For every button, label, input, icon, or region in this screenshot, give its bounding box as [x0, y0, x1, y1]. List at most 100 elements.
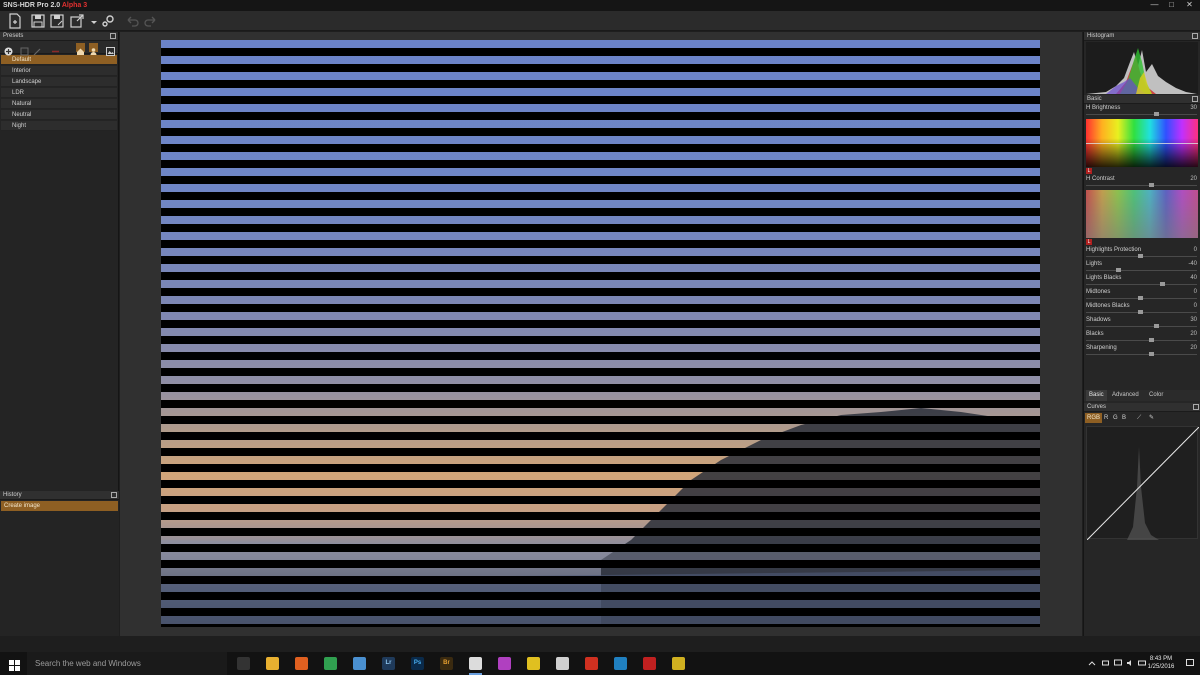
slider-knob[interactable] — [1138, 254, 1143, 258]
slider-track[interactable] — [1086, 185, 1197, 186]
hdr-preview-image[interactable] — [161, 40, 1040, 627]
volume-icon[interactable] — [1126, 659, 1134, 667]
image-canvas[interactable] — [120, 32, 1082, 636]
channel-r[interactable]: R — [1102, 413, 1110, 423]
lock-icon[interactable]: L — [1086, 239, 1092, 245]
slider-track[interactable] — [1086, 354, 1197, 355]
slider-track[interactable] — [1086, 284, 1197, 285]
adjustment-slider[interactable]: Blacks 20 — [1084, 330, 1200, 344]
save-icon[interactable] — [30, 13, 46, 29]
save-preset-icon[interactable] — [20, 43, 29, 56]
firefox-icon[interactable] — [295, 657, 308, 670]
slider-track[interactable] — [1086, 114, 1197, 115]
preset-item[interactable]: LDR — [1, 88, 117, 98]
sns-hdr-icon[interactable] — [469, 657, 482, 675]
network-icon[interactable] — [1114, 659, 1122, 667]
delete-preset-icon[interactable] — [51, 43, 60, 53]
home-icon[interactable] — [76, 43, 85, 55]
curve-line-tool-icon[interactable]: ⟋ — [1135, 413, 1143, 423]
channel-g[interactable]: G — [1111, 413, 1120, 423]
photoshop-icon[interactable]: Ps — [411, 657, 424, 670]
brightness-color-map[interactable] — [1086, 119, 1198, 167]
adjustment-slider[interactable]: Sharpening 20 — [1084, 344, 1200, 358]
slider-value: 30 — [1190, 317, 1197, 323]
slider-knob[interactable] — [1148, 352, 1154, 356]
app-icon-15[interactable] — [643, 657, 656, 670]
bridge-icon[interactable]: Br — [440, 657, 453, 670]
battery-icon[interactable] — [1102, 659, 1110, 667]
redo-icon[interactable] — [143, 13, 159, 29]
slider-track[interactable] — [1086, 270, 1197, 271]
tab-basic[interactable]: Basic — [1086, 390, 1107, 401]
curve-pencil-tool-icon[interactable]: ✎ — [1147, 413, 1156, 423]
dock-icon[interactable] — [1192, 96, 1198, 102]
contrast-slider[interactable]: H Contrast 20 — [1084, 175, 1200, 189]
browser-icon[interactable] — [353, 657, 366, 670]
app-icon-14[interactable] — [614, 657, 627, 670]
keyboard-icon[interactable] — [1138, 659, 1146, 667]
adjustment-slider[interactable]: Lights Blacks 40 — [1084, 274, 1200, 288]
user-icon[interactable] — [89, 43, 98, 55]
app-icon-10[interactable] — [498, 657, 511, 670]
slider-knob[interactable] — [1148, 183, 1154, 187]
new-file-icon[interactable] — [7, 13, 23, 29]
file-explorer-icon[interactable] — [266, 657, 279, 670]
adjustment-slider[interactable]: Lights -40 — [1084, 260, 1200, 274]
task-view-icon[interactable] — [237, 657, 250, 670]
brightness-slider[interactable]: H Brightness 30 — [1084, 104, 1200, 118]
settings-icon[interactable] — [100, 13, 116, 29]
slider-knob[interactable] — [1138, 310, 1143, 314]
preset-item[interactable]: Default — [1, 55, 117, 65]
notifications-icon[interactable] — [1186, 659, 1194, 667]
preset-item[interactable]: Night — [1, 121, 117, 131]
curve-graph[interactable] — [1086, 426, 1200, 541]
preset-item[interactable]: Natural — [1, 99, 117, 109]
image-icon[interactable] — [106, 43, 115, 56]
dock-icon[interactable] — [1192, 33, 1198, 39]
slider-knob[interactable] — [1159, 282, 1165, 286]
slider-knob[interactable] — [1154, 112, 1160, 116]
taskbar-clock[interactable]: 8:43 PM 1/25/2016 — [1146, 655, 1176, 671]
preset-item[interactable]: Landscape — [1, 77, 117, 87]
windows-start-icon[interactable] — [9, 658, 20, 671]
dock-icon[interactable] — [111, 492, 117, 498]
lock-icon[interactable]: L — [1086, 168, 1092, 174]
app-icon-11[interactable] — [527, 657, 540, 670]
slider-knob[interactable] — [1138, 296, 1143, 300]
taskbar-search-box[interactable]: Search the web and Windows — [27, 652, 227, 675]
channel-b[interactable]: B — [1120, 413, 1128, 423]
slider-knob[interactable] — [1148, 338, 1154, 342]
rename-preset-icon[interactable] — [33, 43, 42, 56]
preset-item[interactable]: Interior — [1, 66, 117, 76]
export-dropdown-icon[interactable] — [86, 13, 97, 29]
save-as-icon[interactable] — [49, 13, 65, 29]
tab-advanced[interactable]: Advanced — [1109, 390, 1142, 401]
minimize-button[interactable]: — — [1147, 0, 1162, 11]
history-entry[interactable]: Create image — [1, 501, 118, 511]
slider-knob[interactable] — [1154, 324, 1160, 328]
close-button[interactable]: ✕ — [1182, 0, 1197, 11]
maximize-button[interactable]: □ — [1164, 0, 1179, 11]
slider-track[interactable] — [1086, 340, 1197, 341]
contrast-color-map[interactable] — [1086, 190, 1198, 238]
undo-icon[interactable] — [124, 13, 140, 29]
adjustment-slider[interactable]: Highlights Protection 0 — [1084, 246, 1200, 260]
dock-icon[interactable] — [1193, 404, 1199, 410]
tab-color[interactable]: Color — [1146, 390, 1166, 401]
app-icon-13[interactable] — [585, 657, 598, 670]
app-icon-12[interactable] — [556, 657, 569, 670]
slider-knob[interactable] — [1116, 268, 1122, 272]
app-icon-16[interactable] — [672, 657, 685, 670]
preset-item[interactable]: Neutral — [1, 110, 117, 120]
adjustment-slider[interactable]: Midtones 0 — [1084, 288, 1200, 302]
add-preset-icon[interactable] — [4, 43, 13, 56]
adjustment-slider[interactable]: Shadows 30 — [1084, 316, 1200, 330]
dock-icon[interactable] — [110, 33, 116, 39]
lightroom-icon[interactable]: Lr — [382, 657, 395, 670]
slider-track[interactable] — [1086, 326, 1197, 327]
channel-rgb[interactable]: RGB — [1085, 413, 1103, 423]
adjustment-slider[interactable]: Midtones Blacks 0 — [1084, 302, 1200, 316]
chrome-icon[interactable] — [324, 657, 337, 670]
chevron-up-icon[interactable] — [1088, 659, 1096, 667]
export-icon[interactable] — [69, 13, 85, 29]
